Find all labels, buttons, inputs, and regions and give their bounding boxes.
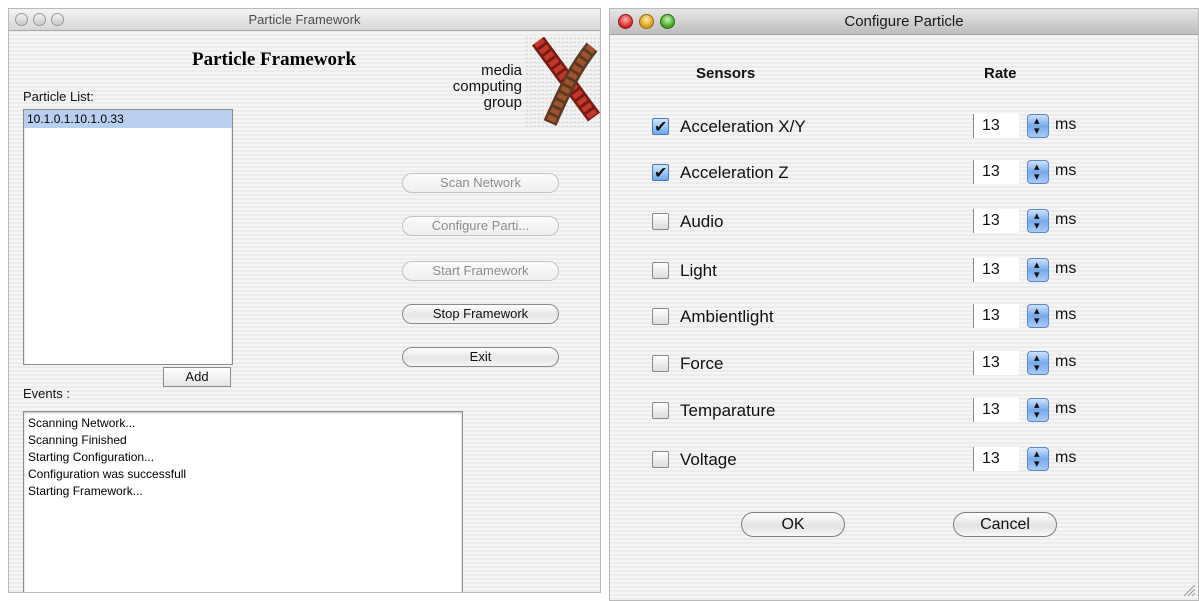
rate-input[interactable]: 13 bbox=[973, 160, 1019, 184]
rate-input[interactable]: 13 bbox=[973, 398, 1019, 422]
sensor-label[interactable]: Acceleration X/Y bbox=[680, 117, 806, 137]
app-heading: Particle Framework bbox=[192, 49, 357, 70]
event-line: Starting Framework... bbox=[28, 484, 143, 498]
cancel-button[interactable]: Cancel bbox=[953, 512, 1057, 537]
logo-line-group: group bbox=[483, 94, 522, 111]
particle-framework-window: Particle Framework Particle Framework me… bbox=[8, 8, 601, 593]
exit-button[interactable]: Exit bbox=[402, 347, 559, 367]
sensor-row: Light 13 ms bbox=[610, 249, 1198, 295]
minimize-window-button[interactable] bbox=[33, 13, 46, 26]
rate-stepper-icon[interactable] bbox=[1027, 160, 1049, 184]
stop-framework-button[interactable]: Stop Framework bbox=[402, 304, 559, 324]
rate-stepper-icon[interactable] bbox=[1027, 304, 1049, 328]
event-line: Configuration was successfull bbox=[28, 467, 187, 481]
window-title: Configure Particle bbox=[844, 13, 964, 30]
sensor-checkbox[interactable] bbox=[652, 402, 669, 419]
minimize-window-button[interactable] bbox=[639, 14, 654, 29]
list-item[interactable]: 10.1.0.1.10.1.0.33 bbox=[24, 110, 232, 128]
logo-text: media computing group bbox=[426, 63, 522, 111]
rate-input[interactable]: 13 bbox=[973, 209, 1019, 233]
media-computing-group-logo: media computing group bbox=[426, 36, 600, 129]
rate-unit: ms bbox=[1055, 306, 1077, 323]
sensor-checkbox[interactable] bbox=[652, 451, 669, 468]
rate-unit: ms bbox=[1055, 353, 1077, 370]
sensor-row: Temparature 13 ms bbox=[610, 389, 1198, 435]
events-log[interactable]: Scanning Network... Scanning Finished St… bbox=[23, 411, 463, 592]
sensor-row: Voltage 13 ms bbox=[610, 438, 1198, 484]
sensor-checkbox[interactable] bbox=[652, 262, 669, 279]
sensor-checkbox[interactable] bbox=[652, 308, 669, 325]
rate-stepper-icon[interactable] bbox=[1027, 447, 1049, 471]
sensor-label[interactable]: Acceleration Z bbox=[680, 163, 789, 183]
sensor-label[interactable]: Temparature bbox=[680, 401, 775, 421]
rate-stepper-icon[interactable] bbox=[1027, 351, 1049, 375]
close-window-button[interactable] bbox=[15, 13, 28, 26]
sensor-row: Force 13 ms bbox=[610, 342, 1198, 388]
sensor-row: Audio 13 ms bbox=[610, 200, 1198, 246]
sensor-label[interactable]: Audio bbox=[680, 212, 723, 232]
rate-unit: ms bbox=[1055, 162, 1077, 179]
sensor-row: Ambientlight 13 ms bbox=[610, 295, 1198, 341]
configure-particle-window: Configure Particle Sensors Rate Accelera… bbox=[609, 8, 1199, 601]
particle-list[interactable]: 10.1.0.1.10.1.0.33 bbox=[23, 109, 233, 365]
rate-input[interactable]: 13 bbox=[973, 447, 1019, 471]
resize-grip-icon[interactable] bbox=[1182, 583, 1196, 597]
rate-input[interactable]: 13 bbox=[973, 351, 1019, 375]
event-line: Starting Configuration... bbox=[28, 450, 155, 464]
close-window-button[interactable] bbox=[618, 14, 633, 29]
zoom-window-button[interactable] bbox=[660, 14, 675, 29]
sensor-checkbox[interactable] bbox=[652, 117, 669, 137]
rate-unit: ms bbox=[1055, 260, 1077, 277]
rate-unit: ms bbox=[1055, 449, 1077, 466]
sensors-header: Sensors bbox=[696, 65, 756, 82]
start-framework-button[interactable]: Start Framework bbox=[402, 261, 559, 281]
sensor-label[interactable]: Voltage bbox=[680, 450, 737, 470]
events-label: Events : bbox=[23, 386, 70, 401]
logo-line-computing: computing bbox=[452, 78, 522, 95]
zoom-window-button[interactable] bbox=[51, 13, 64, 26]
sensor-label[interactable]: Light bbox=[680, 261, 717, 281]
rate-stepper-icon[interactable] bbox=[1027, 258, 1049, 282]
scan-network-button[interactable]: Scan Network bbox=[402, 173, 559, 193]
window-title: Particle Framework bbox=[248, 12, 361, 27]
rate-header: Rate bbox=[984, 65, 1017, 82]
sensor-checkbox[interactable] bbox=[652, 213, 669, 230]
logo-line-media: media bbox=[481, 62, 522, 79]
rate-unit: ms bbox=[1055, 116, 1077, 133]
event-line: Scanning Finished bbox=[28, 433, 127, 447]
sensor-row: Acceleration Z 13 ms bbox=[610, 151, 1198, 197]
rate-unit: ms bbox=[1055, 211, 1077, 228]
rate-input[interactable]: 13 bbox=[973, 258, 1019, 282]
sensor-label[interactable]: Ambientlight bbox=[680, 307, 774, 327]
sensor-label[interactable]: Force bbox=[680, 354, 723, 374]
add-button[interactable]: Add bbox=[163, 367, 231, 387]
rate-stepper-icon[interactable] bbox=[1027, 209, 1049, 233]
sensor-checkbox[interactable] bbox=[652, 355, 669, 372]
particle-list-label: Particle List: bbox=[23, 89, 94, 104]
rate-stepper-icon[interactable] bbox=[1027, 398, 1049, 422]
sensor-checkbox[interactable] bbox=[652, 163, 669, 183]
rate-input[interactable]: 13 bbox=[973, 304, 1019, 328]
title-bar[interactable]: Configure Particle bbox=[610, 9, 1198, 35]
ok-button[interactable]: OK bbox=[741, 512, 845, 537]
rate-unit: ms bbox=[1055, 400, 1077, 417]
event-line: Scanning Network... bbox=[28, 416, 136, 430]
rate-input[interactable]: 13 bbox=[973, 114, 1019, 138]
sensor-row: Acceleration X/Y 13 ms bbox=[610, 105, 1198, 151]
rate-stepper-icon[interactable] bbox=[1027, 114, 1049, 138]
configure-particle-button[interactable]: Configure Parti... bbox=[402, 216, 559, 236]
title-bar[interactable]: Particle Framework bbox=[9, 9, 600, 31]
